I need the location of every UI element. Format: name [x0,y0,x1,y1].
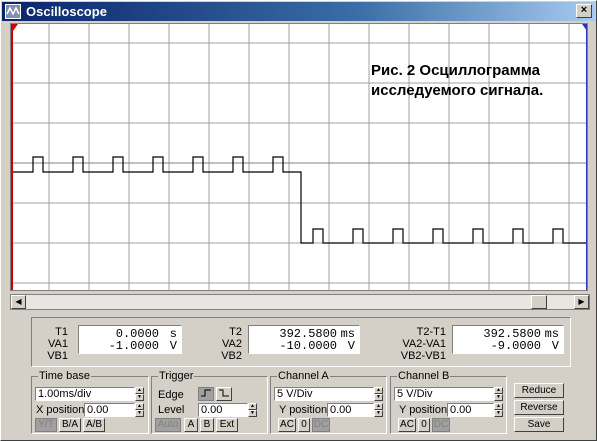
timebase-scale-spinner[interactable]: ▲ ▼ [135,387,144,401]
label-vb2: VB2 [221,350,242,362]
reverse-button[interactable]: Reverse [514,400,564,415]
falling-edge-button[interactable] [216,387,232,401]
timebase-scale-field[interactable]: 1.00ms/div [35,387,135,401]
channel-b-ac-button[interactable]: AC [398,418,416,432]
channel-b-scale-spinner[interactable]: ▲ ▼ [494,387,503,401]
x-position-spinner[interactable]: ▲ ▼ [135,403,144,417]
x-position-label: X position [36,404,85,416]
channel-b-ground-button[interactable]: 0 [418,418,430,432]
label-t2: T2 [229,326,242,338]
channel-b-group: Channel B 5 V/Div ▲ ▼ Y position 0.00 ▲ ▼ … [390,370,507,434]
oscilloscope-window: Oscilloscope × Рис. 2 Осциллограмма иссл… [0,0,597,441]
readout-t1: T1 VA1 VB1 0.0000 s -1.0000 V [32,324,202,364]
diff-va-unit: V [551,339,559,353]
channel-a-ypos-field[interactable]: 0.00 [327,403,374,417]
label-va2: VA2 [222,338,242,350]
channel-a-group: Channel A 5 V/Div ▲ ▼ Y position 0.00 ▲ ▼ … [270,370,387,434]
readout-panel: T1 VA1 VB1 0.0000 s -1.0000 V T2 VA2 VB2… [31,317,571,367]
signal-trace [11,156,587,244]
timebase-group: Time base 1.00ms/div ▲ ▼ X position 0.00 … [31,370,149,434]
trigger-group: Trigger Edge Level 0.00 ▲ ▼ Auto A B Ext [151,370,268,434]
label-va2-va1: VA2-VA1 [402,338,446,350]
channel-b-scale-field[interactable]: 5 V/Div [394,387,494,401]
falling-edge-icon [219,389,229,397]
channel-b-dc-button[interactable]: DC [432,418,450,432]
label-vb1: VB1 [47,350,68,362]
t1-va-unit: V [169,339,177,353]
t2-value-box: 392.5800 ms -10.0000 V [248,325,360,354]
t2-va-unit: V [347,339,355,353]
channel-a-ac-button[interactable]: AC [278,418,296,432]
trigger-a-button[interactable]: A [184,418,198,432]
channel-b-ypos-label: Y position [399,404,448,416]
channel-a-ground-button[interactable]: 0 [298,418,310,432]
yt-mode-button[interactable]: Y/T [35,418,57,432]
channel-a-dc-button[interactable]: DC [312,418,330,432]
diff-va: -9.0000 [490,339,541,353]
rising-edge-button[interactable] [198,387,214,401]
reduce-button[interactable]: Reduce [514,383,564,398]
close-button[interactable]: × [576,4,592,18]
label-vb2-vb1: VB2-VB1 [400,350,446,362]
ab-mode-button[interactable]: A/B [83,418,105,432]
t1-va: -1.0000 [108,339,159,353]
horizontal-scrollbar[interactable]: ◀ ▶ [10,294,590,310]
title-bar[interactable]: Oscilloscope × [2,2,595,21]
cursor-t2-marker [582,24,587,31]
window-title: Oscilloscope [26,4,107,19]
channel-b-title: Channel B [397,370,451,382]
level-spinner[interactable]: ▲ ▼ [248,403,257,417]
t2-va: -10.0000 [279,339,337,353]
level-label: Level [158,404,185,416]
x-position-field[interactable]: 0.00 [84,403,135,417]
caption-line-1: Рис. 2 Осциллограмма [371,62,540,79]
ba-mode-button[interactable]: B/A [59,418,81,432]
label-t2-t1: T2-T1 [416,326,446,338]
caption-line-2: исследуемого сигнала. [371,82,544,99]
readout-t2: T2 VA2 VB2 392.5800 ms -10.0000 V [218,324,388,364]
scroll-right-button[interactable]: ▶ [574,295,589,309]
oscilloscope-screen[interactable]: Рис. 2 Осциллограмма исследуемого сигнал… [10,23,588,291]
channel-a-scale-field[interactable]: 5 V/Div [274,387,374,401]
timebase-title: Time base [38,370,91,382]
trigger-b-button[interactable]: B [200,418,214,432]
readout-diff: T2-T1 VA2-VA1 VB2-VB1 392.5800 ms -9.000… [386,324,572,364]
label-t1: T1 [55,326,68,338]
diff-value-box: 392.5800 ms -9.0000 V [452,325,564,354]
save-button[interactable]: Save [514,417,564,432]
channel-a-ypos-spinner[interactable]: ▲ ▼ [374,403,383,417]
channel-a-scale-spinner[interactable]: ▲ ▼ [374,387,383,401]
scroll-left-button[interactable]: ◀ [11,295,26,309]
edge-label: Edge [158,389,184,401]
oscilloscope-icon [5,4,21,19]
level-field[interactable]: 0.00 [198,403,248,417]
channel-a-title: Channel A [277,370,330,382]
channel-b-ypos-spinner[interactable]: ▲ ▼ [494,403,503,417]
rising-edge-icon [201,389,211,397]
trigger-ext-button[interactable]: Ext [216,418,238,432]
channel-a-ypos-label: Y position [279,404,328,416]
t1-value-box: 0.0000 s -1.0000 V [78,325,182,354]
scroll-thumb[interactable] [531,295,547,309]
channel-b-ypos-field[interactable]: 0.00 [447,403,494,417]
trigger-auto-button[interactable]: Auto [155,418,181,432]
label-va1: VA1 [48,338,68,350]
trigger-title: Trigger [158,370,195,382]
figure-caption: Рис. 2 Осциллограмма исследуемого сигнал… [371,61,543,101]
